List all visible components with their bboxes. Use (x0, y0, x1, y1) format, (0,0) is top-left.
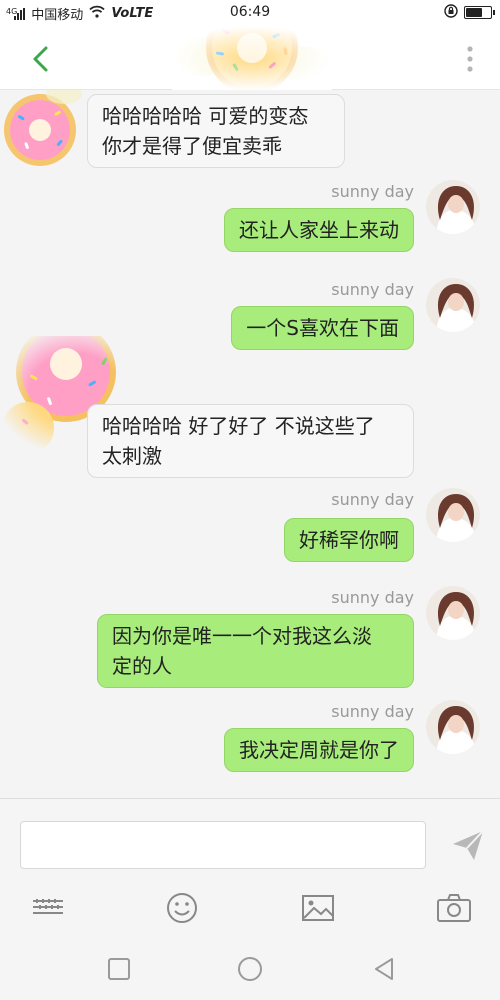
status-time: 06:49 (229, 4, 271, 20)
user-photo-avatar (426, 700, 480, 754)
keyboard-icon (33, 899, 63, 914)
keyboard-button[interactable] (30, 891, 66, 925)
user-photo-avatar (426, 586, 480, 640)
outgoing-avatar[interactable] (426, 278, 480, 332)
system-nav-bar (0, 938, 500, 1000)
battery-level (466, 8, 482, 17)
status-right (444, 3, 495, 22)
message-bubble-outgoing[interactable]: 一个S喜欢在下面 (231, 306, 414, 350)
emoji-button[interactable] (164, 891, 200, 925)
recent-apps-icon (108, 958, 130, 980)
message-input[interactable] (20, 821, 426, 869)
outgoing-avatar[interactable] (426, 180, 480, 234)
rotation-lock-icon (444, 3, 458, 22)
message-bubble-outgoing[interactable]: 我决定周就是你了 (224, 728, 414, 772)
nav-back-button[interactable] (370, 954, 400, 984)
message-bubble-incoming[interactable]: 哈哈哈哈哈 可爱的变态 你才是得了便宜卖乖 (87, 94, 345, 168)
chat-header (0, 2, 500, 94)
more-options-button[interactable] (462, 44, 478, 74)
status-bar: 4G 中国移动 VoLTE 06:49 (0, 0, 500, 26)
outgoing-avatar[interactable] (426, 488, 480, 542)
send-button[interactable] (450, 827, 486, 863)
contact-avatar[interactable] (172, 2, 332, 94)
message-bubble-incoming[interactable]: 哈哈哈哈 好了好了 不说这些了 太刺激 (87, 404, 414, 478)
sender-name: sunny day (331, 702, 414, 721)
camera-icon (437, 894, 471, 922)
image-button[interactable] (300, 891, 336, 925)
back-button[interactable] (26, 42, 56, 76)
message-bubble-outgoing[interactable]: 好稀罕你啊 (284, 518, 414, 562)
more-vertical-icon (467, 46, 473, 72)
emoji-icon (167, 893, 197, 923)
image-icon (302, 895, 334, 921)
donut-avatar-image (4, 90, 82, 166)
back-triangle-icon (375, 958, 393, 980)
camera-button[interactable] (436, 891, 472, 925)
home-button[interactable] (235, 954, 265, 984)
battery-icon (464, 6, 495, 19)
message-bubble-outgoing[interactable]: 还让人家坐上来动 (224, 208, 414, 252)
user-photo-avatar (426, 180, 480, 234)
chat-message-list[interactable]: 哈哈哈哈哈 可爱的变态 你才是得了便宜卖乖 sunny day 还让人家坐上来动… (0, 90, 500, 798)
sender-name: sunny day (331, 280, 414, 299)
chevron-left-icon (33, 46, 48, 72)
outgoing-avatar[interactable] (426, 586, 480, 640)
incoming-avatar[interactable] (4, 90, 88, 170)
sender-name: sunny day (331, 490, 414, 509)
composer-bar (0, 798, 500, 938)
outgoing-avatar[interactable] (426, 700, 480, 754)
home-icon (238, 957, 262, 981)
recent-apps-button[interactable] (104, 954, 134, 984)
send-icon (453, 830, 484, 860)
donut-avatar-image (172, 2, 332, 94)
message-bubble-outgoing[interactable]: 因为你是唯一一个对我这么淡 定的人 (97, 614, 414, 688)
sender-name: sunny day (331, 588, 414, 607)
sender-name: sunny day (331, 182, 414, 201)
user-photo-avatar (426, 488, 480, 542)
user-photo-avatar (426, 278, 480, 332)
